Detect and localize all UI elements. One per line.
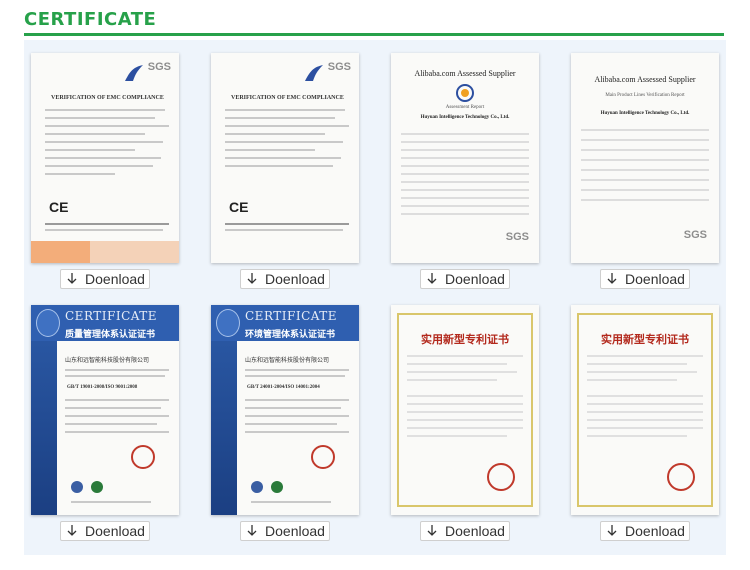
header-underline [24,33,724,36]
section-title: CERTIFICATE [24,9,157,30]
download-label: Doenload [445,523,505,539]
red-seal-icon [131,445,155,469]
certificate-image-utility-patent-2[interactable]: 实用新型专利证书 [571,305,719,515]
download-button[interactable]: Doenload [240,269,330,289]
sgs-logo: SGS [327,61,351,73]
bird-logo-icon [125,65,143,81]
sgs-logo: SGS [505,231,529,243]
download-button[interactable]: Doenload [420,521,510,541]
certificate-gallery: SGS VERIFICATION OF EMC COMPLIANCE CE Do… [24,40,726,555]
certificate-en-title: CERTIFICATE [65,309,158,323]
certificate-cn-title: 质量管理体系认证证书 [65,330,156,340]
download-button[interactable]: Doenload [60,521,150,541]
download-label: Doenload [265,523,325,539]
certificate-subtitle: Main Product Lines Verification Report [605,93,685,98]
download-label: Doenload [445,271,505,287]
download-label: Doenload [265,271,325,287]
ce-mark: CE [49,199,69,215]
certificate-card: Alibaba.com Assessed Supplier Assessment… [386,40,539,290]
certificate-image-verification-report[interactable]: Alibaba.com Assessed Supplier Main Produ… [571,53,719,263]
certificate-subtitle: Assessment Report [445,105,485,110]
certificate-cn-title: 环境管理体系认证证书 [245,330,336,340]
certificate-image-quality-management[interactable]: CERTIFICATE 质量管理体系认证证书 山东和远智能科技股份有限公司 GB… [31,305,179,515]
download-arrow-icon [247,273,257,284]
download-label: Doenload [85,271,145,287]
section-header: CERTIFICATE [24,0,724,36]
company-name: Huyuan Intelligence Technology Co., Ltd. [600,111,690,116]
patent-title: 实用新型专利证书 [601,333,689,346]
certificate-image-environmental-management[interactable]: CERTIFICATE 环境管理体系认证证书 山东和远智能科技股份有限公司 GB… [211,305,359,515]
certificate-card: SGS VERIFICATION OF EMC COMPLIANCE CE Do… [206,40,359,290]
download-button[interactable]: Doenload [60,269,150,289]
patent-title: 实用新型专利证书 [421,333,509,346]
certificate-en-title: CERTIFICATE [245,309,338,323]
download-arrow-icon [427,273,437,284]
verified-seal-icon [456,84,474,102]
download-arrow-icon [67,525,77,536]
download-arrow-icon [607,273,617,284]
certificate-card: CERTIFICATE 质量管理体系认证证书 山东和远智能科技股份有限公司 GB… [26,292,179,542]
sgs-logo: SGS [683,229,707,241]
certificate-card: 实用新型专利证书 Doenload [566,292,719,542]
red-seal-icon [487,463,515,491]
red-seal-icon [667,463,695,491]
certificate-image-utility-patent-1[interactable]: 实用新型专利证书 [391,305,539,515]
download-label: Doenload [85,523,145,539]
download-button[interactable]: Doenload [600,269,690,289]
cnas-badge-icon [271,481,283,493]
ce-mark: CE [229,199,249,215]
download-button[interactable]: Doenload [420,269,510,289]
red-seal-icon [311,445,335,469]
download-arrow-icon [247,525,257,536]
certificate-title: Alibaba.com Assessed Supplier [594,75,696,84]
certificate-card: CERTIFICATE 环境管理体系认证证书 山东和远智能科技股份有限公司 GB… [206,292,359,542]
download-button[interactable]: Doenload [600,521,690,541]
download-label: Doenload [625,271,685,287]
organization-name: 山东和远智能科技股份有限公司 [65,357,150,364]
certificate-title: VERIFICATION OF EMC COMPLIANCE [51,95,164,101]
bird-logo-icon [305,65,323,81]
certificate-card: SGS VERIFICATION OF EMC COMPLIANCE CE Do… [26,40,179,290]
certificate-title: VERIFICATION OF EMC COMPLIANCE [231,95,344,101]
download-arrow-icon [427,525,437,536]
organization-name: 山东和远智能科技股份有限公司 [245,357,330,364]
sgs-logo: SGS [147,61,171,73]
certificate-image-emc-1[interactable]: SGS VERIFICATION OF EMC COMPLIANCE CE [31,53,179,263]
cnas-badge-icon [91,481,103,493]
download-arrow-icon [67,273,77,284]
certificate-card: 实用新型专利证书 Doenload [386,292,539,542]
certificate-standard: GB/T 24001-2004/ISO 14001:2004 [247,385,320,390]
company-name: Huyuan Intelligence Technology Co., Ltd. [420,115,510,120]
certificate-image-emc-2[interactable]: SGS VERIFICATION OF EMC COMPLIANCE CE [211,53,359,263]
download-arrow-icon [607,525,617,536]
certificate-standard: GB/T 19001-2008/ISO 9001:2008 [67,385,138,390]
download-button[interactable]: Doenload [240,521,330,541]
iaf-badge-icon [71,481,83,493]
certificate-image-assessment-report[interactable]: Alibaba.com Assessed Supplier Assessment… [391,53,539,263]
download-label: Doenload [625,523,685,539]
iaf-badge-icon [251,481,263,493]
cqm-logo-icon [216,309,240,337]
cqm-logo-icon [36,309,60,337]
certificate-card: Alibaba.com Assessed Supplier Main Produ… [566,40,719,290]
certificate-footer-band [31,241,179,263]
certificate-title: Alibaba.com Assessed Supplier [414,69,516,78]
